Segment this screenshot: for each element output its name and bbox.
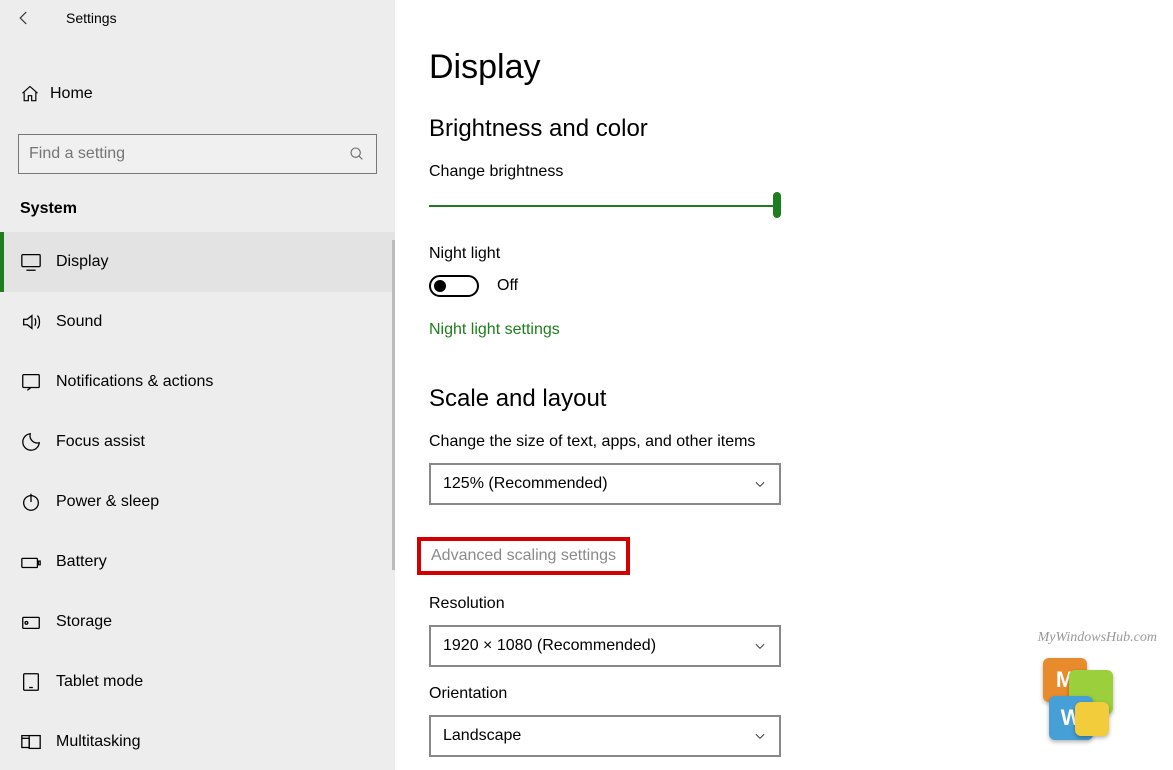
sidebar-category: System — [0, 198, 395, 232]
chevron-down-icon — [753, 729, 767, 743]
multitasking-icon — [20, 731, 56, 753]
brightness-slider[interactable] — [429, 193, 781, 217]
toggle-knob — [434, 280, 446, 292]
watermark-text: MyWindowsHub.com — [1038, 630, 1157, 646]
night-light-toggle[interactable] — [429, 275, 479, 297]
orientation-dropdown[interactable]: Landscape — [429, 715, 781, 757]
main-content: Display Brightness and color Change brig… — [395, 0, 1173, 770]
power-icon — [20, 491, 56, 513]
resolution-dropdown[interactable]: 1920 × 1080 (Recommended) — [429, 625, 781, 667]
advanced-scaling-highlight: Advanced scaling settings — [417, 537, 630, 575]
sidebar-item-label: Power & sleep — [56, 493, 159, 511]
sidebar-item-label: Battery — [56, 553, 107, 571]
storage-icon — [20, 611, 56, 633]
night-light-state: Off — [497, 277, 518, 295]
brightness-label: Change brightness — [429, 163, 1123, 181]
sidebar-item-label: Focus assist — [56, 433, 145, 451]
watermark-logo-tile — [1075, 702, 1109, 736]
orientation-value: Landscape — [443, 727, 521, 745]
scale-value: 125% (Recommended) — [443, 475, 608, 493]
tablet-mode-icon — [20, 671, 56, 693]
advanced-scaling-link[interactable]: Advanced scaling settings — [431, 547, 616, 565]
scale-dropdown[interactable]: 125% (Recommended) — [429, 463, 781, 505]
search-box[interactable] — [18, 134, 377, 174]
sidebar-item-label: Display — [56, 253, 108, 271]
titlebar: Settings — [0, 0, 395, 34]
chevron-down-icon — [753, 477, 767, 491]
slider-track — [429, 205, 781, 207]
section-brightness-color: Brightness and color — [429, 115, 1123, 143]
notifications-icon — [20, 371, 56, 393]
search-icon — [348, 146, 366, 162]
night-light-settings-link[interactable]: Night light settings — [429, 321, 560, 339]
focus-assist-icon — [20, 431, 56, 453]
sidebar-item-sound[interactable]: Sound — [0, 292, 395, 352]
sidebar-item-label: Storage — [56, 613, 112, 631]
section-scale-layout: Scale and layout — [429, 385, 1123, 413]
sidebar-item-display[interactable]: Display — [0, 232, 395, 292]
sidebar: Settings Home System — [0, 0, 395, 770]
search-input[interactable] — [29, 145, 348, 163]
sound-icon — [20, 311, 56, 333]
home-label: Home — [50, 85, 93, 103]
page-title: Display — [429, 48, 1123, 87]
sidebar-item-notifications[interactable]: Notifications & actions — [0, 352, 395, 412]
sidebar-item-label: Multitasking — [56, 733, 140, 751]
sidebar-nav: Display Sound Notifications & actions — [0, 232, 395, 770]
resolution-value: 1920 × 1080 (Recommended) — [443, 637, 656, 655]
battery-icon — [20, 551, 56, 573]
orientation-label: Orientation — [429, 685, 1123, 703]
sidebar-item-label: Tablet mode — [56, 673, 143, 691]
resolution-label: Resolution — [429, 595, 1123, 613]
scale-label: Change the size of text, apps, and other… — [429, 433, 1123, 451]
night-light-label: Night light — [429, 245, 1123, 263]
arrow-left-icon — [15, 9, 33, 27]
sidebar-item-tablet-mode[interactable]: Tablet mode — [0, 652, 395, 712]
sidebar-item-power-sleep[interactable]: Power & sleep — [0, 472, 395, 532]
sidebar-item-multitasking[interactable]: Multitasking — [0, 712, 395, 770]
back-button[interactable] — [10, 4, 38, 32]
sidebar-item-focus-assist[interactable]: Focus assist — [0, 412, 395, 472]
sidebar-item-label: Sound — [56, 313, 102, 331]
window-title: Settings — [66, 10, 117, 26]
display-icon — [20, 251, 56, 273]
sidebar-item-label: Notifications & actions — [56, 373, 213, 391]
slider-thumb[interactable] — [773, 192, 781, 218]
home-icon — [20, 84, 50, 104]
chevron-down-icon — [753, 639, 767, 653]
sidebar-item-home[interactable]: Home — [0, 74, 395, 114]
sidebar-item-storage[interactable]: Storage — [0, 592, 395, 652]
sidebar-item-battery[interactable]: Battery — [0, 532, 395, 592]
